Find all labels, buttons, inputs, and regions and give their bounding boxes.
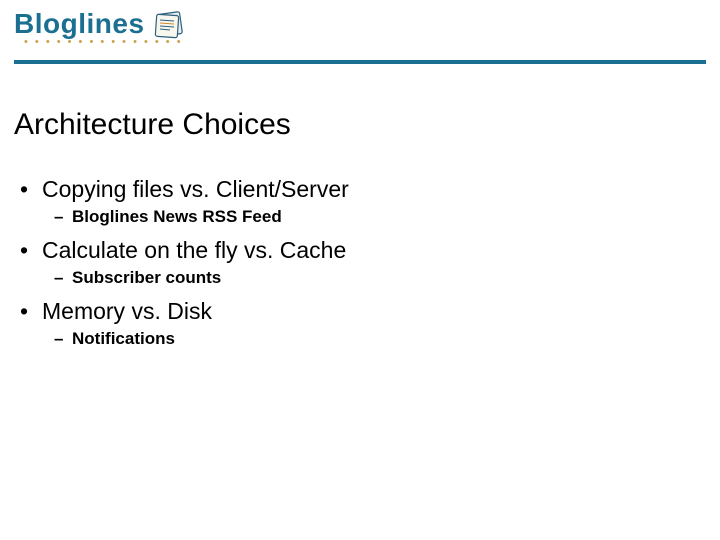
sub-bullet-item: – Subscriber counts <box>54 268 720 288</box>
bullet-text: Copying files vs. Client/Server <box>42 176 349 203</box>
bullet-item: • Memory vs. Disk <box>20 298 720 325</box>
sub-bullet-marker: – <box>54 268 72 288</box>
bullet-marker: • <box>20 176 42 203</box>
sub-bullet-text: Notifications <box>72 329 175 349</box>
slide-header: Bloglines • • • • • • • • • • • • • • • <box>0 0 720 70</box>
newspaper-icon <box>153 9 187 39</box>
bullet-text: Calculate on the fly vs. Cache <box>42 237 346 264</box>
sub-bullet-item: – Bloglines News RSS Feed <box>54 207 720 227</box>
bullet-item: • Calculate on the fly vs. Cache <box>20 237 720 264</box>
sub-bullet-text: Subscriber counts <box>72 268 221 288</box>
slide-title: Architecture Choices <box>14 108 720 142</box>
sub-bullet-item: – Notifications <box>54 329 720 349</box>
sub-bullet-marker: – <box>54 207 72 227</box>
header-rule <box>14 60 706 64</box>
logo-dots: • • • • • • • • • • • • • • • <box>24 36 720 48</box>
slide: Bloglines • • • • • • • • • • • • • • • … <box>0 0 720 540</box>
bullet-text: Memory vs. Disk <box>42 298 212 325</box>
sub-bullet-text: Bloglines News RSS Feed <box>72 207 282 227</box>
bullet-marker: • <box>20 237 42 264</box>
sub-bullet-marker: – <box>54 329 72 349</box>
slide-content: • Copying files vs. Client/Server – Blog… <box>0 176 720 349</box>
bullet-item: • Copying files vs. Client/Server <box>20 176 720 203</box>
bullet-marker: • <box>20 298 42 325</box>
